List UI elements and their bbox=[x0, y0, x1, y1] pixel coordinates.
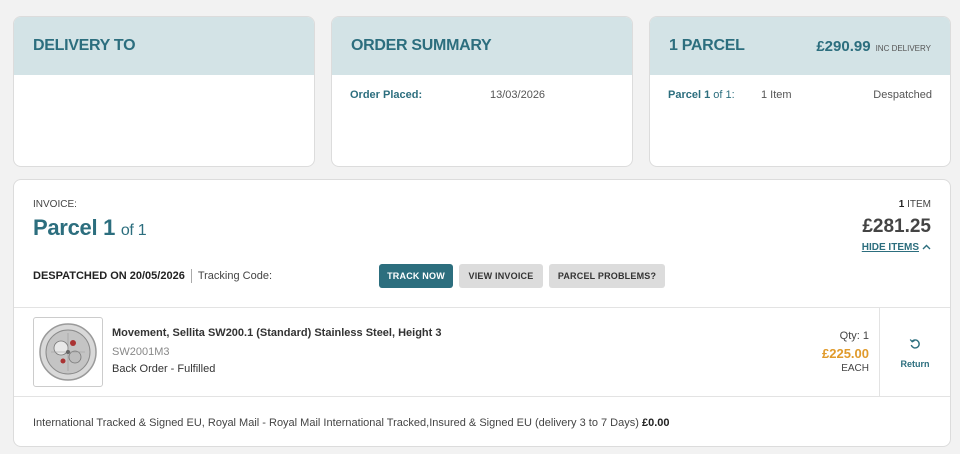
shipping-price: £0.00 bbox=[641, 417, 670, 429]
parcel-heading: Parcel 1 of 1 bbox=[33, 215, 147, 241]
despatch-line: DESPATCHED ON 20/05/2026 Tracking Code: bbox=[33, 269, 272, 283]
despatched-date: DESPATCHED ON 20/05/2026 bbox=[33, 270, 185, 282]
item-count: 1 ITEM bbox=[899, 199, 931, 210]
hide-items-label: HIDE ITEMS bbox=[861, 242, 919, 253]
order-placed-row: Order Placed: 13/03/2026 bbox=[332, 75, 632, 101]
delivery-title: DELIVERY TO bbox=[33, 37, 136, 54]
parcel-total: £290.99 INC DELIVERY bbox=[816, 38, 931, 55]
parcel-total-note: INC DELIVERY bbox=[875, 43, 931, 53]
item-status: Back Order - Fulfilled bbox=[112, 363, 216, 375]
parcel-status: Despatched bbox=[873, 89, 932, 101]
parcel-link[interactable]: Parcel 1 of 1: bbox=[668, 89, 761, 101]
item-name[interactable]: Movement, Sellita SW200.1 (Standard) Sta… bbox=[112, 327, 441, 339]
parcel-heading-of: of 1 bbox=[120, 222, 147, 239]
parcel-num: 1 bbox=[704, 89, 711, 101]
item-count-number: 1 bbox=[898, 199, 905, 210]
parcel-word: Parcel bbox=[668, 89, 702, 101]
chevron-up-icon bbox=[922, 242, 931, 253]
parcel-items: 1 Item bbox=[761, 89, 792, 101]
return-icon bbox=[909, 337, 921, 355]
order-summary-title: ORDER SUMMARY bbox=[351, 37, 492, 54]
parcel-summary-header: 1 PARCEL £290.99 INC DELIVERY bbox=[650, 17, 950, 75]
parcel-heading-num: 1 bbox=[103, 215, 116, 240]
invoice-label: INVOICE: bbox=[33, 199, 77, 210]
item-price-unit: EACH bbox=[841, 363, 869, 374]
order-item-row: Movement, Sellita SW200.1 (Standard) Sta… bbox=[14, 308, 950, 397]
order-summary-header: ORDER SUMMARY bbox=[332, 17, 632, 75]
hide-items-link[interactable]: HIDE ITEMS bbox=[862, 242, 931, 253]
parcel-heading-word: Parcel bbox=[33, 215, 98, 240]
product-thumbnail[interactable] bbox=[33, 317, 103, 387]
item-count-word: ITEM bbox=[907, 199, 931, 210]
return-button[interactable]: Return bbox=[879, 308, 950, 397]
parcel-detail-card: INVOICE: Parcel 1 of 1 DESPATCHED ON 20/… bbox=[13, 179, 951, 447]
divider bbox=[190, 269, 192, 283]
parcel-detail-header: INVOICE: Parcel 1 of 1 DESPATCHED ON 20/… bbox=[14, 180, 950, 308]
shipping-method-text: International Tracked & Signed EU, Royal… bbox=[33, 417, 639, 429]
parcel-row: Parcel 1 of 1: 1 Item Despatched bbox=[650, 75, 950, 101]
parcel-problems-button[interactable]: PARCEL PROBLEMS? bbox=[549, 264, 665, 288]
delivery-card: DELIVERY TO bbox=[13, 16, 315, 167]
parcel-total-price: £290.99 bbox=[816, 37, 871, 55]
watch-movement-image bbox=[39, 323, 97, 381]
track-now-button[interactable]: TRACK NOW bbox=[379, 264, 453, 288]
item-qty: Qty: 1 bbox=[839, 330, 869, 342]
parcel-summary-card: 1 PARCEL £290.99 INC DELIVERY Parcel 1 o… bbox=[649, 16, 951, 167]
order-placed-label: Order Placed: bbox=[350, 89, 423, 101]
order-summary-card: ORDER SUMMARY Order Placed: 13/03/2026 bbox=[331, 16, 633, 167]
order-placed-date: 13/03/2026 bbox=[490, 89, 546, 101]
invoice-total: £281.25 bbox=[862, 216, 931, 237]
item-price: £225.00 bbox=[822, 346, 869, 361]
item-sku: SW2001M3 bbox=[112, 346, 170, 358]
view-invoice-button[interactable]: VIEW INVOICE bbox=[459, 264, 543, 288]
parcel-count-title: 1 PARCEL bbox=[669, 37, 745, 54]
tracking-code-label: Tracking Code: bbox=[197, 270, 273, 282]
delivery-card-header: DELIVERY TO bbox=[14, 17, 314, 75]
parcel-of: of 1: bbox=[713, 89, 735, 101]
return-label: Return bbox=[900, 358, 930, 369]
shipping-method: International Tracked & Signed EU, Royal… bbox=[33, 417, 670, 429]
